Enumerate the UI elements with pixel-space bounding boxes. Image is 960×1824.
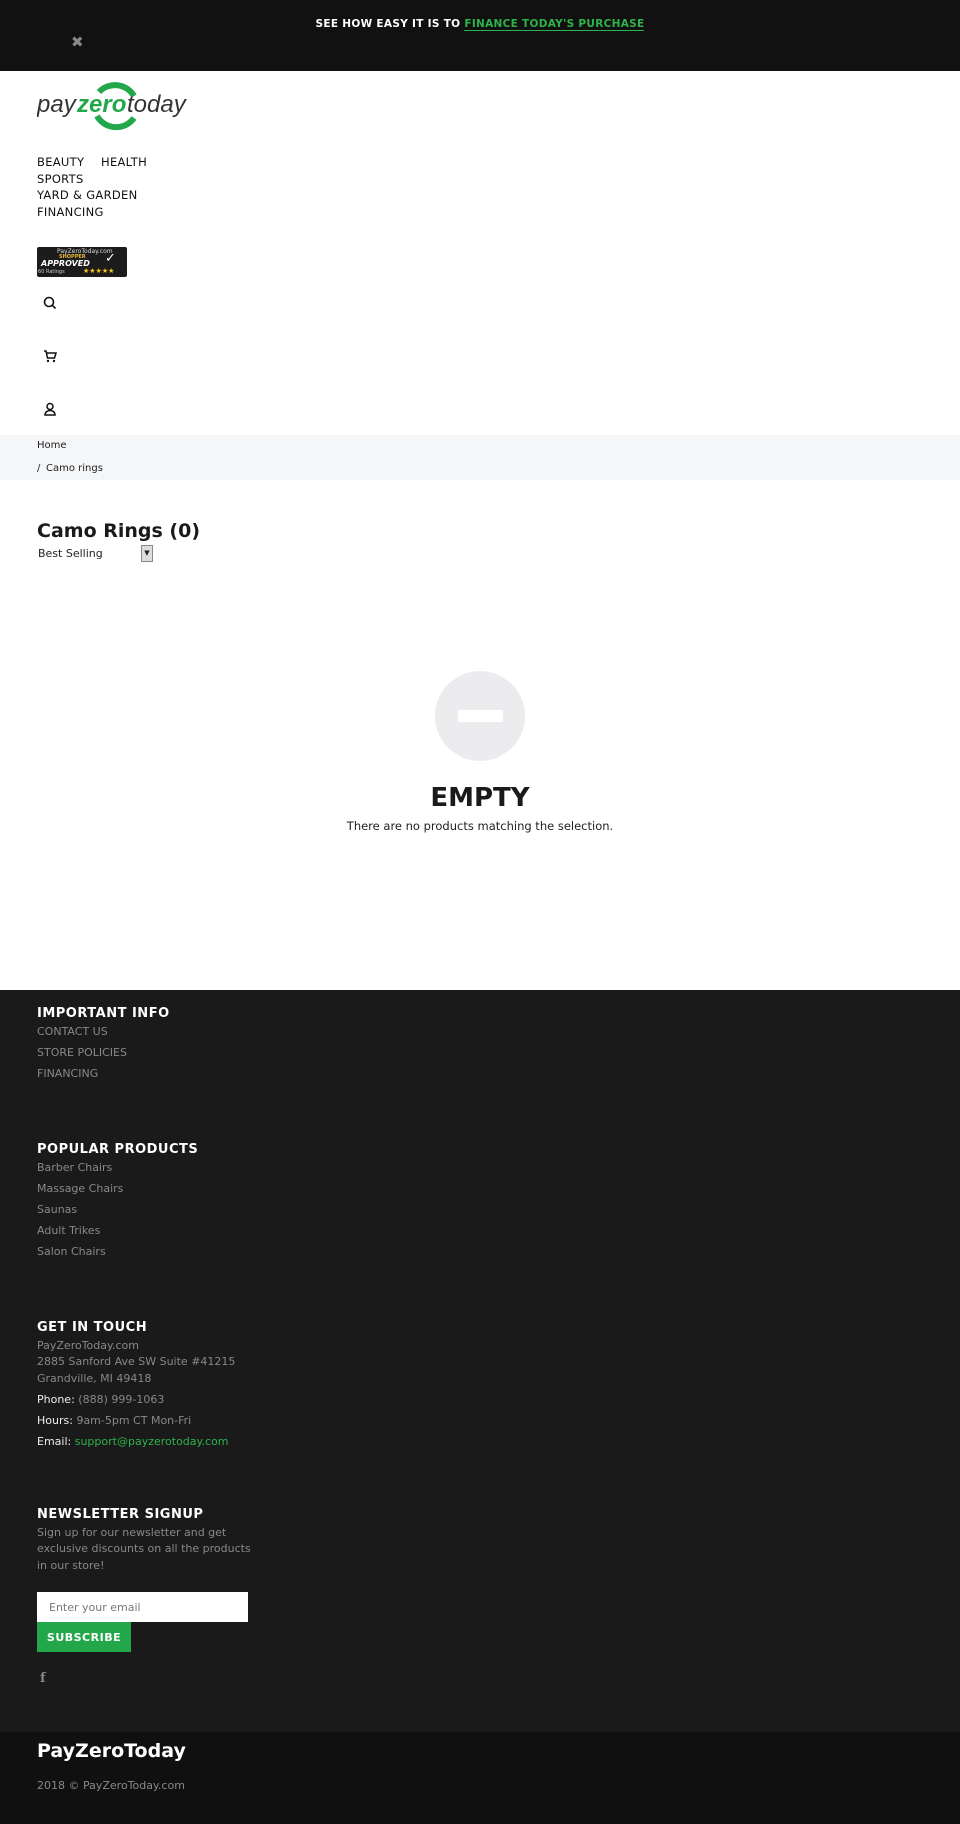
- footer-link-policies[interactable]: STORE POLICIES: [37, 1046, 127, 1059]
- breadcrumb-separator: /: [37, 463, 41, 474]
- phone-value: (888) 999-1063: [78, 1393, 165, 1406]
- hours-label: Hours:: [37, 1414, 73, 1427]
- page-title: Camo Rings (0): [37, 520, 201, 542]
- newsletter-text: in our store!: [37, 1559, 105, 1572]
- breadcrumb-home[interactable]: Home: [37, 440, 67, 451]
- check-icon: ✓: [105, 251, 116, 266]
- email-label: Email:: [37, 1435, 72, 1448]
- copyright: 2018 © PayZeroToday.com: [37, 1779, 185, 1792]
- newsletter-text: exclusive discounts on all the products: [37, 1542, 251, 1555]
- cart-icon[interactable]: [42, 348, 58, 364]
- hours: Hours: 9am-5pm CT Mon-Fri: [37, 1414, 191, 1427]
- nav-beauty[interactable]: BEAUTY: [37, 155, 84, 169]
- nav-yard-garden[interactable]: YARD & GARDEN: [37, 188, 138, 202]
- sort-select[interactable]: Best Selling ▼: [38, 545, 154, 562]
- footer-heading-newsletter: NEWSLETTER SIGNUP: [37, 1507, 204, 1522]
- announcement-text: SEE HOW EASY IT IS TO FINANCE TODAY'S PU…: [0, 18, 960, 31]
- nav-health[interactable]: HEALTH: [101, 155, 147, 169]
- empty-title: EMPTY: [430, 783, 530, 813]
- announcement-bar: SEE HOW EASY IT IS TO FINANCE TODAY'S PU…: [0, 0, 960, 71]
- footer-heading-popular: POPULAR PRODUCTS: [37, 1142, 199, 1157]
- nav-financing[interactable]: FINANCING: [37, 205, 104, 219]
- footer-link-product[interactable]: Adult Trikes: [37, 1224, 100, 1237]
- svg-text:zero: zero: [76, 91, 126, 118]
- minus-icon: [458, 710, 503, 722]
- svg-text:pay: pay: [37, 91, 78, 118]
- nav-sports[interactable]: SPORTS: [37, 172, 84, 186]
- footer-link-financing[interactable]: FINANCING: [37, 1067, 98, 1080]
- subscribe-button[interactable]: SUBSCRIBE: [37, 1622, 131, 1652]
- footer-link-product[interactable]: Barber Chairs: [37, 1161, 112, 1174]
- footer-link-product[interactable]: Salon Chairs: [37, 1245, 106, 1258]
- star-icon: ★★★★★: [83, 267, 115, 275]
- facebook-icon[interactable]: f: [40, 1671, 46, 1686]
- chevron-down-icon[interactable]: ▼: [141, 545, 153, 562]
- footer-brand: PayZeroToday: [37, 1740, 186, 1762]
- user-icon[interactable]: [42, 401, 58, 417]
- hours-value: 9am-5pm CT Mon-Fri: [76, 1414, 192, 1427]
- footer-heading-important: IMPORTANT INFO: [37, 1006, 170, 1021]
- email-link[interactable]: support@payzerotoday.com: [75, 1435, 229, 1448]
- footer-link-contact[interactable]: CONTACT US: [37, 1025, 108, 1038]
- breadcrumb-current: Camo rings: [46, 463, 103, 474]
- address-line: Grandville, MI 49418: [37, 1372, 152, 1385]
- empty-description: There are no products matching the selec…: [346, 819, 614, 833]
- logo[interactable]: pay zero today: [37, 78, 187, 132]
- close-icon[interactable]: ✖: [71, 33, 84, 51]
- announcement-label: SEE HOW EASY IT IS TO: [315, 18, 465, 30]
- phone: Phone: (888) 999-1063: [37, 1393, 164, 1406]
- footer-heading-contact: GET IN TOUCH: [37, 1320, 148, 1335]
- phone-label: Phone:: [37, 1393, 75, 1406]
- shopper-approved-badge[interactable]: PayZeroToday.com SHOPPER APPROVED 60 Rat…: [37, 247, 127, 277]
- newsletter-text: Sign up for our newsletter and get: [37, 1526, 227, 1539]
- email: Email: support@payzerotoday.com: [37, 1435, 228, 1448]
- svg-text:today: today: [127, 91, 187, 118]
- newsletter-email-input[interactable]: [37, 1592, 248, 1622]
- breadcrumb: Home / Camo rings: [0, 435, 960, 480]
- footer-link-product[interactable]: Massage Chairs: [37, 1182, 123, 1195]
- sort-selected-value: Best Selling: [38, 547, 103, 560]
- badge-ratings: 60 Ratings: [38, 269, 65, 275]
- search-icon[interactable]: [42, 295, 58, 311]
- footer-link-product[interactable]: Saunas: [37, 1203, 77, 1216]
- address-line: PayZeroToday.com: [37, 1339, 139, 1352]
- address-line: 2885 Sanford Ave SW Suite #41215: [37, 1355, 236, 1368]
- finance-link[interactable]: FINANCE TODAY'S PURCHASE: [464, 18, 645, 31]
